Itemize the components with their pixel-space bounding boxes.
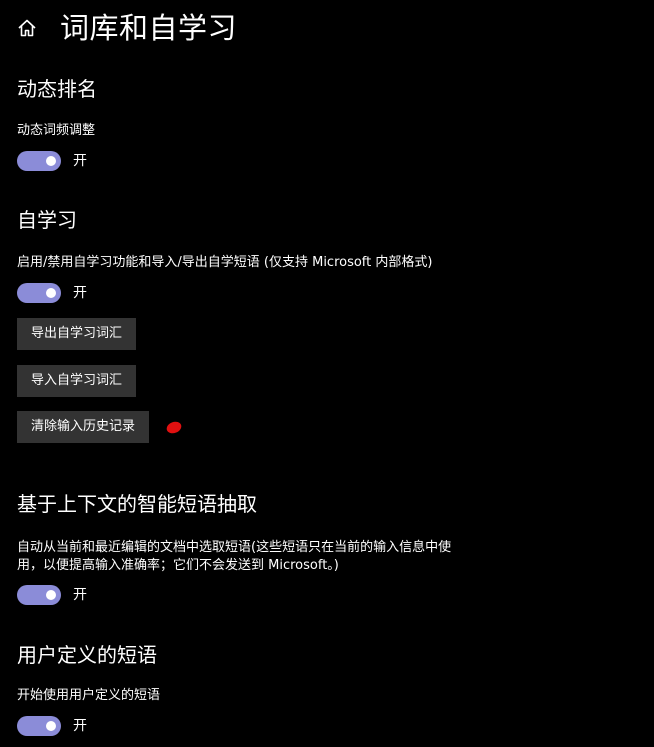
dynamic-ranking-toggle-row: 开 [17, 150, 637, 172]
home-icon[interactable] [16, 17, 38, 39]
section-self-learning: 自学习 [17, 207, 637, 233]
section-dynamic-ranking: 动态排名 [17, 76, 637, 102]
dynamic-ranking-toggle[interactable] [17, 151, 61, 171]
self-learning-toggle-row: 开 [17, 282, 637, 304]
section-user-defined-phrases: 用户定义的短语 [17, 642, 637, 668]
user-defined-phrases-toggle[interactable] [17, 716, 61, 736]
toggle-state-label: 开 [73, 153, 87, 169]
export-self-learning-button[interactable]: 导出自学习词汇 [17, 318, 137, 350]
toggle-knob [46, 590, 56, 600]
section-context-phrase-extraction: 基于上下文的智能短语抽取 [17, 491, 637, 517]
toggle-state-label: 开 [73, 587, 87, 603]
user-defined-phrases-toggle-row: 开 [17, 715, 637, 737]
toggle-knob [46, 721, 56, 731]
red-annotation-mark [166, 421, 182, 434]
page-header: 词库和自学习 [16, 8, 237, 48]
clear-input-history-button[interactable]: 清除输入历史记录 [17, 411, 150, 443]
toggle-knob [46, 156, 56, 166]
self-learning-setting: 启用/禁用自学习功能和导入/导出自学短语 (仅支持 Microsoft 内部格式… [17, 254, 637, 272]
section-title: 用户定义的短语 [17, 643, 157, 667]
page-title: 词库和自学习 [60, 11, 238, 45]
context-phrase-toggle-row: 开 [17, 584, 637, 606]
context-phrase-toggle[interactable] [17, 585, 61, 605]
toggle-state-label: 开 [73, 285, 87, 301]
import-self-learning-button[interactable]: 导入自学习词汇 [17, 365, 137, 397]
setting-description: 动态词频调整 [17, 123, 96, 138]
toggle-state-label: 开 [73, 718, 87, 734]
section-title: 自学习 [17, 208, 77, 232]
setting-description: 开始使用用户定义的短语 [17, 688, 161, 703]
toggle-knob [46, 288, 56, 298]
section-title: 动态排名 [17, 77, 97, 101]
section-title: 基于上下文的智能短语抽取 [17, 492, 257, 516]
self-learning-toggle[interactable] [17, 283, 61, 303]
context-phrase-setting: 自动从当前和最近编辑的文档中选取短语(这些短语只在当前的输入信息中使用，以便提高… [17, 539, 637, 575]
setting-description: 启用/禁用自学习功能和导入/导出自学短语 (仅支持 Microsoft 内部格式… [17, 255, 433, 270]
user-defined-phrases-setting: 开始使用用户定义的短语 [17, 687, 637, 705]
dynamic-ranking-setting: 动态词频调整 [17, 122, 637, 140]
setting-description: 自动从当前和最近编辑的文档中选取短语(这些短语只在当前的输入信息中使用，以便提高… [17, 540, 452, 573]
